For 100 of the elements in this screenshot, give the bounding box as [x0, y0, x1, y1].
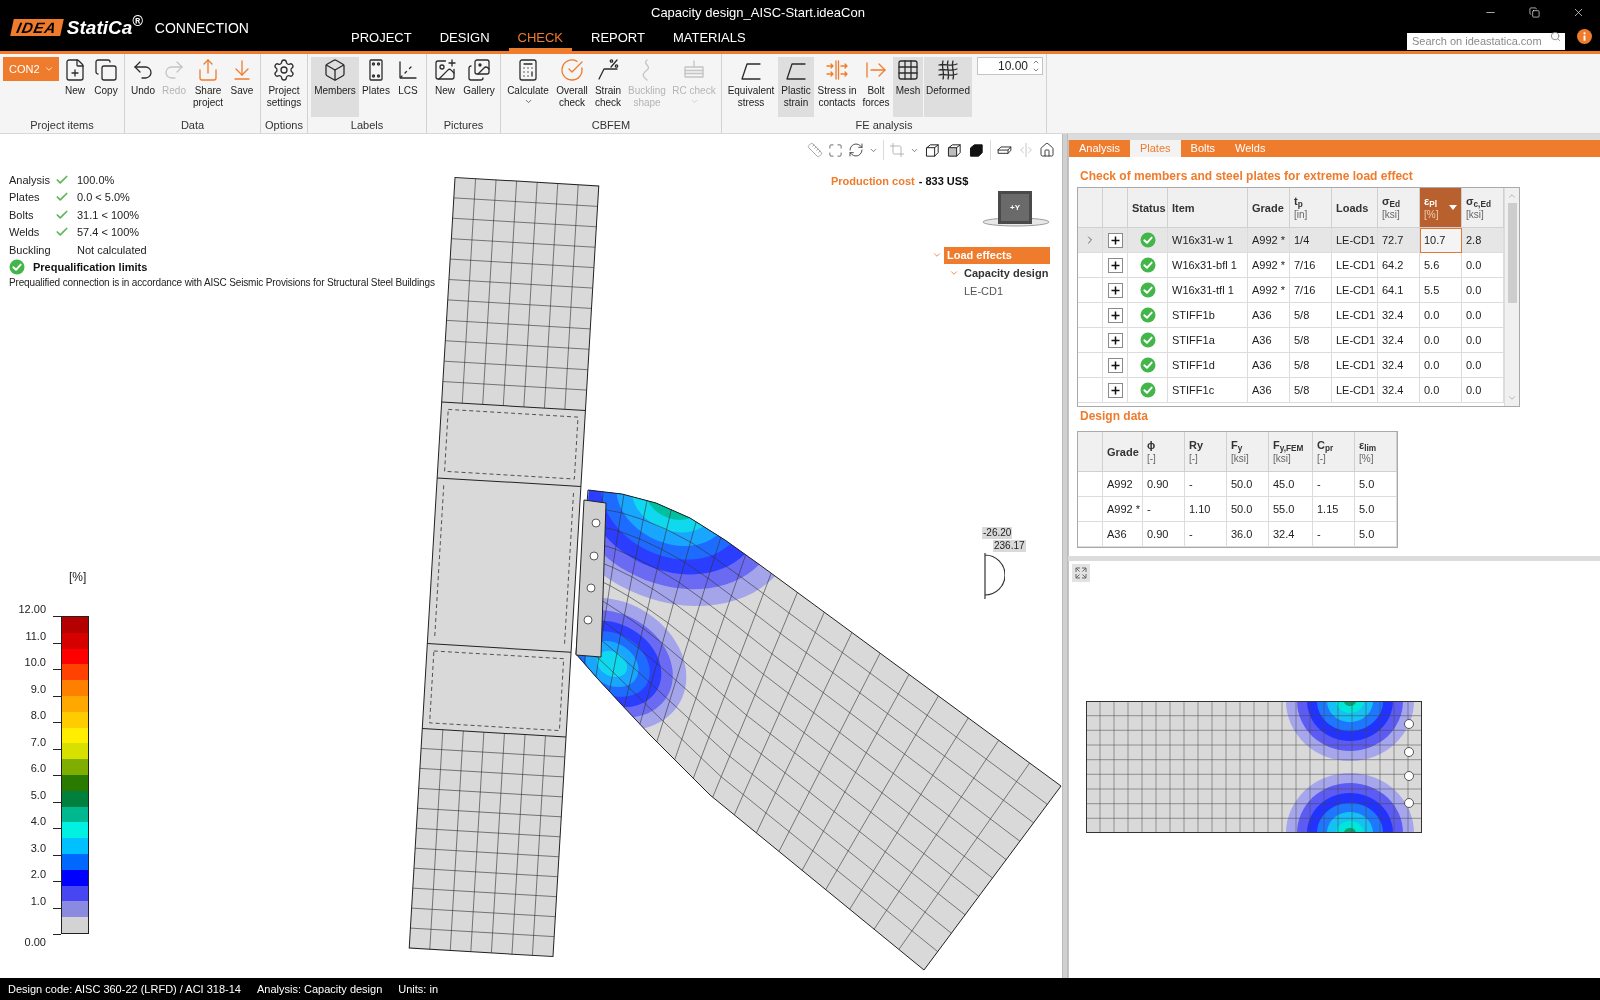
caret-icon — [689, 97, 699, 106]
ribbon-button[interactable]: Overall check — [553, 57, 591, 117]
warped-grid-icon — [936, 58, 960, 82]
share-icon — [196, 58, 220, 82]
logo-mark: IDEA — [10, 19, 64, 36]
tree-item[interactable]: Capacity design — [961, 264, 1049, 282]
table-cell: 5/8 — [1290, 378, 1332, 403]
plus-icon[interactable] — [1107, 257, 1123, 273]
table-row[interactable]: W16x31-tfl 1 A992 * 7/16 LE-CD1 64.1 5.5 0.0 — [1078, 278, 1504, 303]
summary-label: Plates — [9, 191, 40, 203]
legend-tick-label: 12.00 — [18, 603, 46, 615]
column-header[interactable]: Loads — [1332, 188, 1378, 228]
column-header: F$_{y,FEM}$ [ksi] — [1269, 432, 1313, 472]
rotate-icon[interactable] — [848, 142, 864, 158]
table-cell: LE-CD1 — [1332, 378, 1378, 403]
expand-icon[interactable] — [1072, 564, 1090, 582]
scrollbar-thumb[interactable] — [1507, 203, 1517, 303]
column-header[interactable]: t$_{p}$ [in] — [1290, 188, 1332, 228]
table-row[interactable]: W16x31-bfl 1 A992 * 7/16 LE-CD1 64.2 5.6 0.0 — [1078, 253, 1504, 278]
window-title: Capacity design_AISC-Start.ideaCon — [651, 3, 865, 22]
table-cell: - — [1185, 472, 1227, 497]
ribbon-button[interactable]: Strain check — [592, 57, 624, 117]
row-header-cell — [1078, 378, 1103, 403]
ribbon-button[interactable]: Mesh — [893, 57, 923, 117]
ribbon-button[interactable]: Save — [227, 57, 257, 117]
ribbon-button[interactable]: LCS — [393, 57, 423, 117]
menu-tab[interactable]: DESIGN — [430, 27, 499, 51]
home-icon[interactable] — [1039, 142, 1055, 158]
ribbon-button[interactable]: Bolt forces — [860, 57, 892, 117]
ribbon-group-label: Labels — [350, 118, 384, 133]
column-header[interactable]: Grade — [1248, 188, 1290, 228]
ribbon-group-label: Options — [265, 118, 303, 133]
chevron-up-icon[interactable] — [1032, 58, 1040, 66]
legend-tick-label: 11.0 — [25, 629, 46, 642]
section-title: Check of members and steel plates for extreme load effect — [1080, 169, 1413, 183]
table-row[interactable]: STIFF1c A36 5/8 LE-CD1 32.4 0.0 0.0 — [1078, 378, 1504, 403]
ribbon-button[interactable]: Undo — [128, 57, 158, 117]
prequalification-title: Prequalification limits — [33, 259, 148, 275]
summary-value: 0.0 < 5.0% — [77, 190, 130, 205]
table-row[interactable]: STIFF1b A36 5/8 LE-CD1 32.4 0.0 0.0 — [1078, 303, 1504, 328]
table-row[interactable]: STIFF1d A36 5/8 LE-CD1 32.4 0.0 0.0 — [1078, 353, 1504, 378]
column-header: ε$_{lim}$ [%] — [1355, 432, 1397, 472]
view-cube[interactable]: +Y — [998, 191, 1032, 224]
plus-icon[interactable] — [1107, 332, 1123, 348]
header-cell — [1078, 432, 1103, 472]
legend-tick-label: 2.0 — [30, 868, 46, 880]
search-field[interactable]: Search on ideastatica.com — [1407, 32, 1565, 50]
table-row[interactable]: W16x31-w 1 A992 * 1/4 LE-CD1 72.7 10.7 2.8 — [1078, 228, 1504, 253]
menu-tab[interactable]: PROJECT — [342, 27, 421, 51]
ribbon-button[interactable]: Members — [311, 57, 359, 117]
menu-tab[interactable]: REPORT — [582, 27, 654, 51]
ribbon-button[interactable]: Calculate — [504, 57, 552, 117]
table-row[interactable]: STIFF1a A36 5/8 LE-CD1 32.4 0.0 0.0 — [1078, 328, 1504, 353]
ribbon-button[interactable]: Gallery — [461, 57, 497, 117]
ribbon-button[interactable]: Plates — [360, 57, 392, 117]
wireframe-cube-icon[interactable] — [924, 141, 941, 159]
plus-icon[interactable] — [1107, 307, 1123, 323]
info-icon[interactable] — [1577, 29, 1592, 44]
table-cell: 5.0 — [1355, 497, 1397, 522]
column-header[interactable]: ε$_{Pl}$ [%] — [1420, 188, 1462, 228]
restore-icon[interactable] — [1528, 7, 1540, 18]
table-cell: 1.10 — [1185, 497, 1227, 522]
ribbon-group-label: Data — [180, 118, 205, 133]
bolt-hole — [1404, 771, 1414, 781]
shaded-cube-icon[interactable] — [946, 141, 963, 159]
table-cell: A36 — [1103, 522, 1143, 547]
column-header[interactable]: Status — [1128, 188, 1168, 228]
table-cell: 50.0 — [1227, 472, 1269, 497]
solid-cube-icon[interactable] — [968, 141, 985, 159]
legend-tick-label: 4.0 — [30, 815, 46, 827]
column-header: ϕ [-] — [1143, 432, 1185, 472]
plus-icon[interactable] — [1107, 282, 1123, 298]
number-field[interactable]: 10.00 — [977, 57, 1043, 75]
calculator-icon — [516, 58, 540, 82]
ribbon-group-label: FE analysis — [855, 118, 913, 133]
ribbon-button[interactable]: Stress in contacts — [815, 57, 859, 117]
column-header[interactable]: σ$_{c,Ed}$ [ksi] — [1462, 188, 1504, 228]
ribbon-button[interactable]: Deformed — [924, 57, 972, 117]
menu-tab[interactable]: MATERIALS — [663, 27, 755, 51]
copy-icon — [94, 58, 118, 82]
tree-item[interactable]: LE-CD1 — [964, 282, 1004, 300]
column-header[interactable]: σ$_{Ed}$ [ksi] — [1378, 188, 1420, 228]
chevron-down-icon[interactable] — [1032, 66, 1040, 74]
table-cell: A36 — [1248, 378, 1290, 403]
maximize-icon[interactable] — [828, 142, 843, 158]
summary-label: Buckling — [9, 243, 51, 256]
plus-icon[interactable] — [1107, 382, 1123, 398]
column-header[interactable]: Item — [1168, 188, 1248, 228]
plus-icon[interactable] — [1107, 232, 1123, 248]
bolt-hole — [1404, 747, 1414, 757]
ribbon-button[interactable]: Equivalent stress — [725, 57, 777, 117]
ribbon-button[interactable]: Share project — [190, 57, 226, 117]
plus-icon[interactable] — [1107, 357, 1123, 373]
ribbon-button[interactable]: Copy — [91, 57, 121, 117]
ribbon-button[interactable]: New — [430, 57, 460, 117]
images-icon — [467, 58, 491, 82]
cost-value: - 833 US$ — [918, 174, 969, 189]
ribbon-button[interactable]: Project settings — [264, 57, 304, 117]
ribbon-button[interactable]: New — [60, 57, 90, 117]
ribbon-button[interactable]: Plastic strain — [778, 57, 814, 117]
